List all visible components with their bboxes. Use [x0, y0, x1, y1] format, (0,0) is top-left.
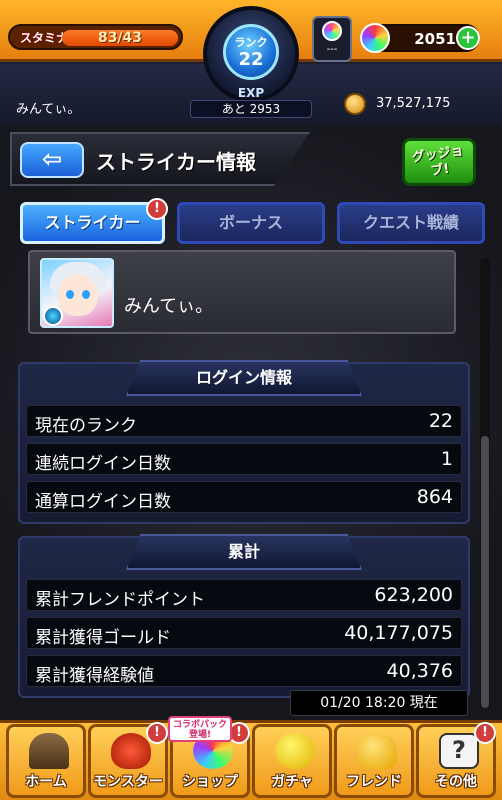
tab-quest-record[interactable]: クエスト戦績: [337, 202, 485, 244]
gold-coin-icon: [344, 93, 366, 115]
medal-count: ---: [326, 44, 338, 55]
stat-row-gold: 累計獲得ゴールド 40,177,075: [26, 617, 462, 649]
nav-monster-alert-badge: !: [146, 722, 168, 744]
stat-label: 通算ログイン日数: [35, 492, 171, 512]
water-element-icon: [43, 306, 63, 326]
rank-badge: ランク 22: [223, 24, 279, 80]
nav-label: モンスター: [93, 774, 163, 790]
orb-value: 2051: [414, 30, 456, 48]
page-title: ストライカー情報: [96, 150, 256, 174]
stat-value: 40,376: [386, 660, 453, 682]
tab-striker[interactable]: ストライカー: [20, 202, 165, 244]
stat-label: 連続ログイン日数: [35, 454, 171, 474]
gold-value: 37,527,175: [376, 96, 451, 111]
home-icon: [29, 733, 69, 769]
medal-icon: [322, 21, 342, 41]
nav-home[interactable]: ホーム: [6, 724, 86, 798]
orb-counter: 2051 +: [360, 23, 480, 53]
as-of-timestamp: 01/20 18:20 現在: [290, 690, 468, 716]
totals-header: 累計: [126, 534, 362, 570]
stat-label: 現在のランク: [35, 416, 137, 436]
tab-striker-alert-badge: !: [146, 198, 168, 220]
profile-name: みんてぃ。: [124, 296, 214, 317]
collab-pack-tag: コラボパック 登場!: [168, 716, 232, 742]
back-button[interactable]: ⇦: [20, 142, 84, 178]
stamina-gauge[interactable]: スタミナ 83/43: [8, 24, 183, 50]
stamina-value: 83/43: [97, 30, 143, 46]
stat-value: 1: [440, 448, 453, 470]
friend-icon: [357, 733, 397, 769]
login-info-header: ログイン情報: [126, 360, 362, 396]
stat-row-current-rank: 現在のランク 22: [26, 405, 462, 437]
question-mark-icon: ?: [439, 733, 479, 769]
nav-label: ガチャ: [271, 774, 313, 790]
avatar-face: [58, 274, 98, 316]
gacha-icon: [275, 733, 315, 769]
stat-row-consecutive-login: 連続ログイン日数 1: [26, 443, 462, 475]
stat-value: 864: [416, 486, 453, 508]
stat-label: 累計フレンドポイント: [35, 590, 205, 610]
stamina-label: スタミナ: [20, 31, 69, 45]
stat-row-friend-points: 累計フレンドポイント 623,200: [26, 579, 462, 611]
stat-value: 623,200: [374, 584, 453, 606]
nav-label: ショップ: [182, 774, 238, 790]
stat-row-total-login: 通算ログイン日数 864: [26, 481, 462, 513]
rank-label: ランク: [234, 36, 268, 49]
exp-label: EXP: [237, 86, 265, 100]
monster-icon: [111, 733, 151, 769]
goodjob-label: グッジョブ!: [411, 143, 465, 180]
stat-row-experience: 累計獲得経験値 40,376: [26, 655, 462, 687]
scrollbar-thumb[interactable]: [481, 436, 489, 708]
tab-bonus[interactable]: ボーナス: [177, 202, 325, 244]
medal-box[interactable]: ---: [312, 16, 352, 62]
player-name-header: みんてぃ。: [16, 102, 81, 117]
exp-remaining: あと 2953: [190, 100, 312, 118]
nav-label: ホーム: [25, 774, 67, 790]
nav-other-alert-badge: !: [474, 722, 496, 744]
stat-value: 40,177,075: [344, 622, 453, 644]
avatar-eye: [82, 290, 90, 299]
avatar-eye: [66, 290, 74, 299]
goodjob-button[interactable]: グッジョブ!: [402, 138, 476, 186]
stat-value: 22: [428, 410, 453, 432]
nav-gacha[interactable]: ガチャ: [252, 724, 332, 798]
nav-label: その他: [435, 774, 477, 790]
stat-label: 累計獲得ゴールド: [35, 628, 171, 648]
stat-label: 累計獲得経験値: [35, 666, 154, 686]
add-orb-button[interactable]: +: [456, 26, 480, 50]
striker-portrait-icon[interactable]: [40, 258, 114, 328]
rank-value: 22: [238, 49, 264, 70]
nav-label: フレンド: [346, 774, 402, 790]
orb-icon: [360, 23, 390, 53]
nav-friend[interactable]: フレンド: [334, 724, 414, 798]
